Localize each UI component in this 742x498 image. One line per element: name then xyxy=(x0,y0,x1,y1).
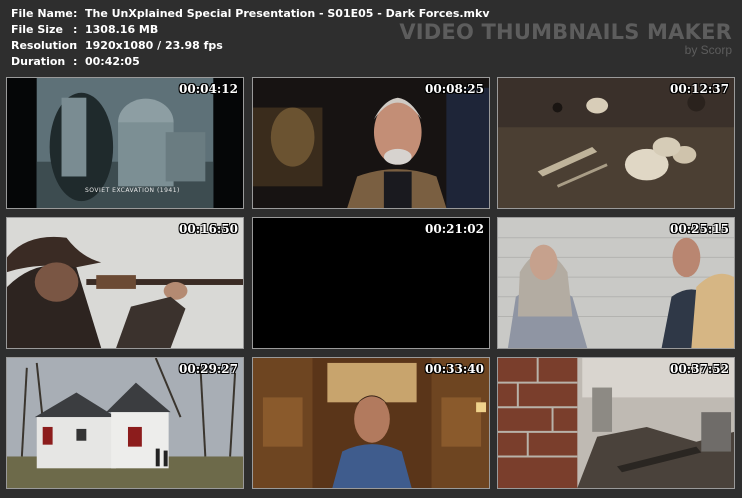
timestamp: 00:04:12 xyxy=(179,82,238,96)
thumbnail-8[interactable]: 00:33:40 xyxy=(252,357,490,489)
thumbnail-1[interactable]: SOVIET EXCAVATION (1941) 00:04:12 xyxy=(6,77,244,209)
thumbnail-grid: SOVIET EXCAVATION (1941) 00:04:12 00:08:… xyxy=(0,0,742,498)
interview-man-blue-shirt-icon xyxy=(253,358,489,488)
timestamp: 00:25:15 xyxy=(670,222,729,236)
white-farmhouse-icon xyxy=(7,358,243,488)
thumbnail-4[interactable]: 00:16:50 xyxy=(6,217,244,349)
interview-older-man-icon xyxy=(253,78,489,208)
timestamp: 00:29:27 xyxy=(179,362,238,376)
thumbnail-9[interactable]: 00:37:52 xyxy=(497,357,735,489)
black-frame-icon xyxy=(253,218,489,348)
burned-ruins-icon xyxy=(498,358,734,488)
frame-caption: SOVIET EXCAVATION (1941) xyxy=(85,187,180,194)
timestamp: 00:37:52 xyxy=(670,362,729,376)
timestamp: 00:08:25 xyxy=(425,82,484,96)
thumbnail-3[interactable]: 00:12:37 xyxy=(497,77,735,209)
timestamp: 00:21:02 xyxy=(425,222,484,236)
timestamp: 00:33:40 xyxy=(425,362,484,376)
timestamp: 00:16:50 xyxy=(179,222,238,236)
woman-and-man-outdoors-icon xyxy=(498,218,734,348)
thumbnail-6[interactable]: 00:25:15 xyxy=(497,217,735,349)
timestamp: 00:12:37 xyxy=(670,82,729,96)
thumbnail-2[interactable]: 00:08:25 xyxy=(252,77,490,209)
rifle-shooter-icon xyxy=(7,218,243,348)
thumbnail-7[interactable]: 00:29:27 xyxy=(6,357,244,489)
excavated-bones-icon xyxy=(498,78,734,208)
thumbnail-5[interactable]: 00:21:02 xyxy=(252,217,490,349)
